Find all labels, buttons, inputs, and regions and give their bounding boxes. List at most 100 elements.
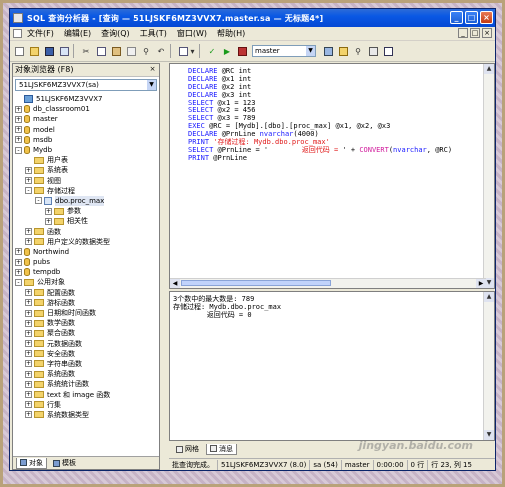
tree-node[interactable]: - Mydb [15, 145, 157, 155]
tree-node[interactable]: + pubs [15, 257, 157, 267]
expand-icon[interactable]: + [45, 217, 52, 225]
scroll-down-icon[interactable]: ▼ [484, 430, 494, 440]
chevron-down-icon[interactable]: ▼ [306, 46, 315, 56]
tree-node[interactable]: + 配置函数 [15, 288, 157, 298]
expand-icon[interactable]: + [25, 299, 32, 307]
tree-node[interactable]: + 系统数据类型 [15, 410, 157, 420]
menu-help[interactable]: 帮助(H) [212, 28, 250, 39]
results-vertical-scrollbar[interactable]: ▲ ▼ [483, 292, 494, 440]
scroll-up-icon[interactable]: ▲ [484, 292, 494, 302]
options-icon[interactable] [367, 45, 379, 57]
maximize-button[interactable]: □ [465, 11, 478, 24]
tree-node[interactable]: + tempdb [15, 267, 157, 277]
tree-node[interactable]: + 视图 [15, 176, 157, 186]
menu-file[interactable]: 文件(F) [22, 28, 59, 39]
results-pane-icon[interactable] [382, 45, 394, 57]
tree-node[interactable]: + 函数 [15, 226, 157, 236]
insert-template-icon[interactable] [58, 45, 70, 57]
expand-icon[interactable]: + [25, 370, 32, 378]
close-icon[interactable]: × [148, 65, 157, 74]
tree-node[interactable]: + 用户定义的数据类型 [15, 237, 157, 247]
find-icon[interactable]: ⚲ [140, 45, 152, 57]
cut-icon[interactable]: ✂ [80, 45, 92, 57]
tab-grid[interactable]: 网格 [173, 444, 202, 454]
expand-icon[interactable]: + [25, 309, 32, 317]
expand-icon[interactable]: + [25, 166, 32, 174]
query-text[interactable]: DECLARE @RC int DECLARE @x1 int DECLARE @x… [188, 67, 482, 163]
object-browser-icon[interactable] [337, 45, 349, 57]
doc-minimize-button[interactable]: _ [458, 28, 468, 38]
expand-icon[interactable]: + [15, 136, 22, 144]
undo-icon[interactable]: ↶ [155, 45, 167, 57]
editor-horizontal-scrollbar[interactable]: ◀ ▶ [170, 278, 486, 288]
expand-icon[interactable]: + [15, 115, 22, 123]
scroll-thumb[interactable] [181, 280, 331, 286]
tree-node[interactable]: + 日期和时间函数 [15, 308, 157, 318]
tree-node[interactable]: + 聚合函数 [15, 328, 157, 338]
tree-node[interactable]: - 公用对象 [15, 277, 157, 287]
expand-icon[interactable]: + [25, 391, 32, 399]
new-query-icon[interactable] [13, 45, 25, 57]
dropdown-icon[interactable]: ▾ [189, 45, 196, 57]
tree-node[interactable]: + 元数据函数 [15, 339, 157, 349]
doc-restore-button[interactable]: □ [470, 28, 480, 38]
expand-icon[interactable]: + [25, 411, 32, 419]
expand-icon[interactable]: + [25, 319, 32, 327]
collapse-icon[interactable]: - [15, 278, 22, 286]
show-plan-icon[interactable] [322, 45, 334, 57]
expand-icon[interactable]: + [25, 329, 32, 337]
clear-icon[interactable] [125, 45, 137, 57]
tree-node[interactable]: + model [15, 125, 157, 135]
menu-window[interactable]: 窗口(W) [172, 28, 212, 39]
tree-node[interactable]: + 行集 [15, 400, 157, 410]
expand-icon[interactable]: + [25, 360, 32, 368]
tree-node[interactable]: + 游标函数 [15, 298, 157, 308]
scroll-up-icon[interactable]: ▲ [484, 64, 494, 74]
expand-icon[interactable]: + [15, 105, 22, 113]
tree-node[interactable]: + 参数 [15, 206, 157, 216]
menu-tools[interactable]: 工具(T) [135, 28, 172, 39]
tree-node[interactable]: + Northwind [15, 247, 157, 257]
menu-query[interactable]: 查询(Q) [96, 28, 135, 39]
tree-node[interactable]: + text 和 image 函数 [15, 389, 157, 399]
expand-icon[interactable]: + [25, 177, 32, 185]
tree-node[interactable]: 用户表 [15, 155, 157, 165]
query-editor[interactable]: DECLARE @RC int DECLARE @x1 int DECLARE @x… [169, 63, 495, 289]
tree-node[interactable]: + 系统统计函数 [15, 379, 157, 389]
tree-node[interactable]: + 数学函数 [15, 318, 157, 328]
minimize-button[interactable]: _ [450, 11, 463, 24]
expand-icon[interactable]: + [15, 268, 22, 276]
tree-node[interactable]: + master [15, 114, 157, 124]
execute-mode-icon[interactable] [177, 45, 189, 57]
check-icon[interactable]: ✓ [206, 45, 218, 57]
tab-templates[interactable]: 模板 [50, 458, 79, 468]
tree-node[interactable]: + db_classroom01 [15, 104, 157, 114]
expand-icon[interactable]: + [15, 248, 22, 256]
scroll-left-icon[interactable]: ◀ [170, 279, 180, 288]
tree-node[interactable]: + msdb [15, 135, 157, 145]
server-select[interactable]: 51LJSKF6MZ3VVX7(sa) ▼ [15, 79, 157, 91]
code-line[interactable]: PRINT @PrnLine [188, 154, 482, 163]
tree-node[interactable]: 51LJSKF6MZ3VVX7 [15, 94, 157, 104]
collapse-icon[interactable]: - [35, 197, 42, 205]
execute-icon[interactable]: ▶ [221, 45, 233, 57]
collapse-icon[interactable]: - [25, 187, 32, 195]
expand-icon[interactable]: + [25, 238, 32, 246]
paste-icon[interactable] [110, 45, 122, 57]
tree-node[interactable]: + 系统表 [15, 165, 157, 175]
doc-close-button[interactable]: × [482, 28, 492, 38]
close-button[interactable]: × [480, 11, 493, 24]
tree-node[interactable]: - 存储过程 [15, 186, 157, 196]
copy-icon[interactable] [95, 45, 107, 57]
menu-edit[interactable]: 编辑(E) [59, 28, 96, 39]
expand-icon[interactable]: + [25, 401, 32, 409]
open-icon[interactable] [28, 45, 40, 57]
scroll-right-icon[interactable]: ▶ [476, 279, 486, 288]
expand-icon[interactable]: + [15, 258, 22, 266]
stop-icon[interactable] [236, 45, 248, 57]
database-select[interactable]: master ▼ [252, 45, 316, 57]
expand-icon[interactable]: + [25, 380, 32, 388]
expand-icon[interactable]: + [25, 350, 32, 358]
save-icon[interactable] [43, 45, 55, 57]
object-search-icon[interactable]: ⚲ [352, 45, 364, 57]
